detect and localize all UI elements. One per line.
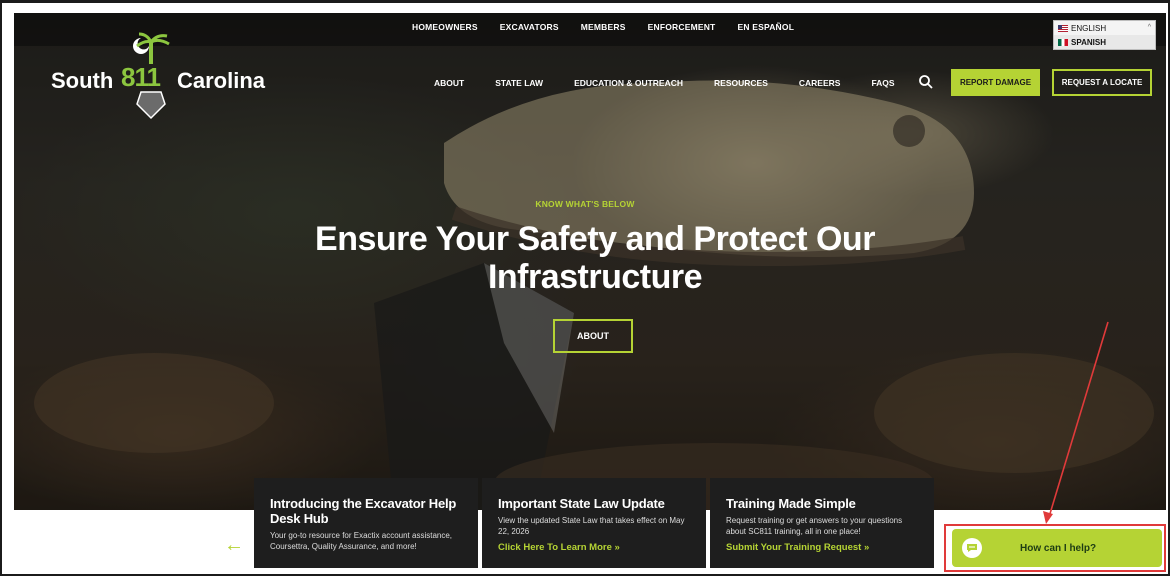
card-title: Important State Law Update bbox=[498, 496, 665, 511]
news-card[interactable]: Introducing the Excavator Help Desk Hub … bbox=[254, 478, 478, 568]
nav-faqs[interactable]: FAQS bbox=[871, 78, 894, 88]
hero-eyebrow: KNOW WHAT'S BELOW bbox=[535, 199, 635, 209]
top-nav-excavators[interactable]: EXCAVATORS bbox=[500, 22, 559, 32]
top-nav-enforcement[interactable]: ENFORCEMENT bbox=[648, 22, 716, 32]
request-locate-button[interactable]: REQUEST A LOCATE bbox=[1052, 69, 1152, 96]
news-card[interactable]: Important State Law Update View the upda… bbox=[482, 478, 706, 568]
chat-help-label: How can I help? bbox=[1020, 542, 1097, 554]
nav-resources[interactable]: RESOURCES bbox=[714, 78, 768, 88]
language-option-spanish[interactable]: SPANISH bbox=[1054, 35, 1155, 49]
card-link[interactable]: Submit Your Training Request » bbox=[726, 542, 920, 553]
hero-about-button[interactable]: ABOUT bbox=[553, 319, 633, 353]
logo-word-carolina: Carolina bbox=[177, 68, 266, 93]
main-nav: ABOUT STATE LAW EDUCATION & OUTREACH RES… bbox=[434, 78, 895, 88]
top-nav-en-espanol[interactable]: EN ESPAÑOL bbox=[737, 22, 794, 32]
nav-careers[interactable]: CAREERS bbox=[799, 78, 841, 88]
nav-state-law[interactable]: STATE LAW bbox=[495, 78, 543, 88]
card-link[interactable]: Click Here To Learn More » bbox=[498, 542, 692, 553]
language-label-spanish: SPANISH bbox=[1071, 37, 1106, 47]
chat-bubble-icon bbox=[962, 538, 982, 558]
logo-word-south: South bbox=[51, 68, 114, 93]
card-title: Training Made Simple bbox=[726, 496, 856, 511]
card-title: Introducing the Excavator Help Desk Hub bbox=[270, 496, 457, 526]
top-nav: HOMEOWNERS EXCAVATORS MEMBERS ENFORCEMEN… bbox=[412, 22, 794, 32]
mexico-flag-icon bbox=[1058, 38, 1068, 46]
top-nav-homeowners[interactable]: HOMEOWNERS bbox=[412, 22, 478, 32]
shovel-icon bbox=[136, 91, 166, 120]
hero-headline: Ensure Your Safety and Protect Our Infra… bbox=[315, 220, 875, 296]
logo-number: 811 bbox=[121, 62, 161, 92]
card-description: Request training or get answers to your … bbox=[726, 516, 903, 536]
us-flag-icon bbox=[1058, 24, 1068, 32]
arrow-left-icon[interactable]: ← bbox=[224, 534, 244, 557]
language-label-english: ENGLISH bbox=[1071, 23, 1107, 33]
news-card[interactable]: Training Made Simple Request training or… bbox=[710, 478, 934, 568]
card-description: Your go-to resource for Exactix account … bbox=[270, 531, 453, 551]
site-logo[interactable]: South 811 Carolina bbox=[51, 28, 281, 120]
report-damage-button[interactable]: REPORT DAMAGE bbox=[951, 69, 1040, 96]
news-cards: Introducing the Excavator Help Desk Hub … bbox=[254, 478, 934, 568]
search-icon[interactable] bbox=[918, 74, 934, 90]
language-selector[interactable]: ENGLISH SPANISH ^ bbox=[1053, 20, 1156, 50]
card-description: View the updated State Law that takes ef… bbox=[498, 516, 685, 536]
language-option-english[interactable]: ENGLISH bbox=[1054, 21, 1155, 35]
chat-help-button[interactable]: How can I help? bbox=[952, 529, 1162, 567]
nav-about[interactable]: ABOUT bbox=[434, 78, 464, 88]
top-nav-members[interactable]: MEMBERS bbox=[581, 22, 626, 32]
chevron-up-icon: ^ bbox=[1147, 24, 1151, 31]
nav-education-outreach[interactable]: EDUCATION & OUTREACH bbox=[574, 78, 683, 88]
